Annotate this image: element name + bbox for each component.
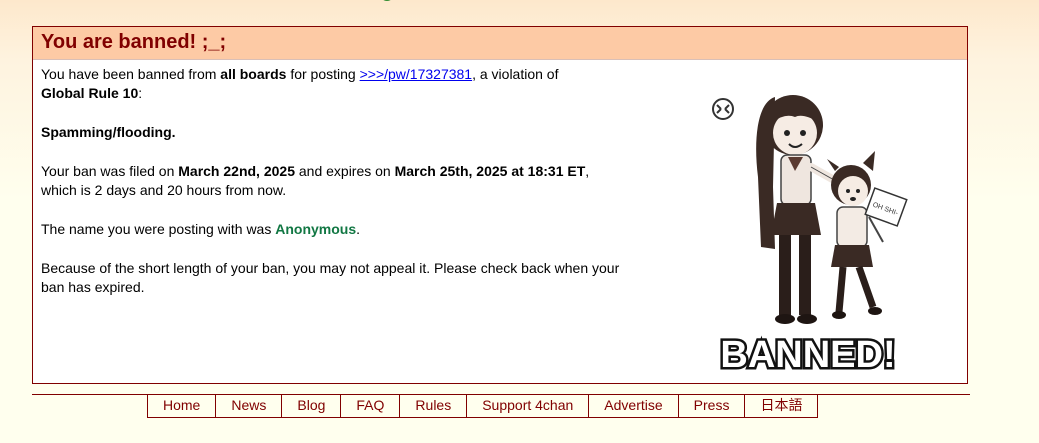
ban-header: You are banned! ;_; [33,27,967,60]
ban-reason-block: Spamming/flooding. [41,123,641,142]
ban-remaining: which is 2 days and 20 hours from now. [41,182,287,198]
ban-intro-text: You have been banned from [41,66,221,82]
footer-link-7[interactable]: Press [678,394,746,418]
ban-intro-mid: for posting [286,66,360,82]
footer-link-2[interactable]: Blog [282,394,342,418]
poster-name: Anonymous [275,221,357,237]
ban-reason: Spamming/flooding. [41,124,176,140]
ban-dates: Your ban was filed on March 22nd, 2025 a… [41,162,641,200]
clover-logo-icon [383,0,391,1]
footer-link-0[interactable]: Home [148,394,217,418]
ban-expires-date: March 25th, 2025 at 18:31 ET [394,163,586,179]
footer-link-4[interactable]: Rules [400,394,468,418]
ban-intro: You have been banned from all boards for… [41,65,641,103]
ban-title: You are banned! ;_; [41,31,227,53]
ban-rule-suffix: : [138,85,143,101]
ban-filed-prefix: Your ban was filed on [41,163,179,179]
ban-rule: Global Rule 10 [41,85,139,101]
banned-image: OH SHI- BANNED! [712,95,908,377]
ban-box: You are banned! ;_; You have been banned… [32,26,968,384]
ban-intro-suffix: , a violation of [472,66,559,82]
ban-name-suffix: . [356,221,361,237]
footer-link-6[interactable]: Advertise [589,394,679,418]
anger-mark-icon [712,98,734,120]
ban-appeal-text: Because of the short length of your ban,… [41,260,620,295]
ban-expires-mid: and expires on [294,163,395,179]
ban-expires-suffix: , [585,163,590,179]
footer-link-3[interactable]: FAQ [341,394,401,418]
ban-filed-date: March 22nd, 2025 [178,163,295,179]
ban-message: You have been banned from all boards for… [41,65,641,317]
footer-link-8[interactable]: 日本語 [745,394,819,418]
footer-link-1[interactable]: News [216,394,283,418]
footer-link-5[interactable]: Support 4chan [467,394,590,418]
ban-scope: all boards [220,66,287,82]
banned-caption: BANNED! [720,334,895,376]
ban-name-prefix: The name you were posting with was [41,221,276,237]
post-link[interactable]: >>>/pw/17327381 [360,66,473,82]
ban-name-line: The name you were posting with was Anony… [41,220,641,239]
footer-nav: Home News Blog FAQ Rules Support 4chan Adverti… [147,394,819,418]
